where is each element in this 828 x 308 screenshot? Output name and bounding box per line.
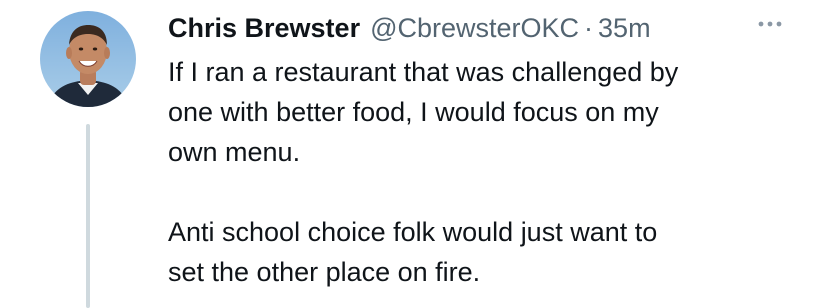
avatar[interactable] [40, 11, 136, 107]
more-horizontal-icon [758, 21, 782, 27]
tweet-header: Chris Brewster @CbrewsterOKC · 35m [168, 10, 808, 46]
text-line: own menu. [168, 137, 301, 167]
tweet-paragraph-2: Anti school choice folk would just want … [168, 212, 808, 292]
separator-dot: · [584, 12, 594, 43]
avatar-photo [40, 11, 136, 107]
text-line: If I ran a restaurant that was challenge… [168, 57, 679, 87]
tweet[interactable]: Chris Brewster @CbrewsterOKC · 35m If I … [0, 0, 828, 308]
display-name[interactable]: Chris Brewster [168, 13, 360, 44]
tweet-text: If I ran a restaurant that was challenge… [168, 52, 808, 292]
text-line: one with better food, I would focus on m… [168, 97, 659, 127]
tweet-paragraph-1: If I ran a restaurant that was challenge… [168, 52, 808, 172]
user-handle[interactable]: @CbrewsterOKC [370, 13, 579, 44]
more-options-button[interactable] [753, 14, 787, 34]
text-line: set the other place on fire. [168, 257, 481, 287]
thread-connector-line [86, 124, 90, 308]
timestamp[interactable]: 35m [598, 13, 651, 44]
text-line: Anti school choice folk would just want … [168, 217, 658, 247]
